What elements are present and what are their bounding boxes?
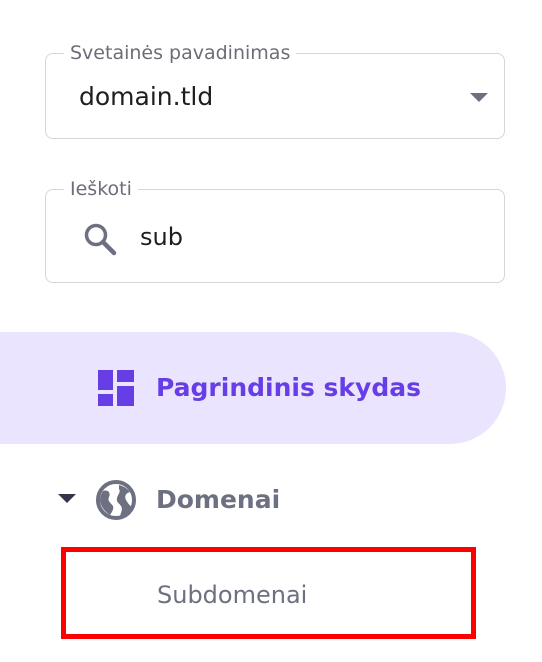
dashboard-icon [98, 370, 134, 406]
search-legend: Ieškoti [64, 177, 138, 201]
caret-down-icon[interactable] [58, 494, 76, 503]
search-icon [84, 223, 117, 256]
search-input[interactable] [140, 220, 470, 254]
sidebar-item-subdomains-label: Subdomenai [157, 581, 308, 609]
site-select-legend: Svetainės pavadinimas [64, 41, 297, 65]
search-field: Ieškoti [45, 177, 505, 283]
chevron-down-icon[interactable] [470, 93, 488, 102]
site-select[interactable]: Svetainės pavadinimas domain.tld [45, 41, 505, 139]
sidebar-item-domains-label: Domenai [156, 485, 281, 514]
site-select-value: domain.tld [79, 82, 214, 111]
sidebar-panel: Svetainės pavadinimas domain.tld Ieškoti… [0, 0, 542, 662]
sidebar-item-dashboard-label: Pagrindinis skydas [156, 373, 421, 402]
globe-icon [96, 480, 136, 520]
